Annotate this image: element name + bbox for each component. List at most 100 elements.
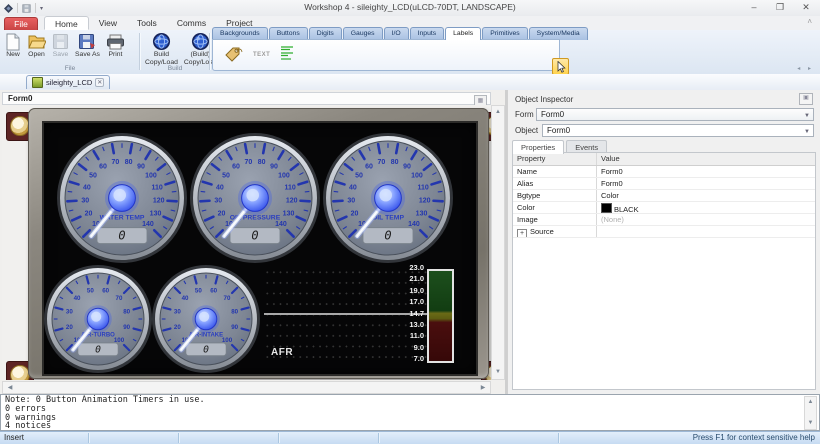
tag-icon	[223, 45, 243, 65]
text-icon: TEXT	[253, 52, 271, 58]
svg-text:90: 90	[123, 324, 130, 331]
svg-text:80: 80	[123, 309, 130, 316]
group-label-build: Build	[167, 65, 183, 72]
maximize-button[interactable]: ❐	[774, 2, 786, 13]
gauge-oil-temp[interactable]: 10203040506070 8090100110120130140OIL TEM…	[323, 133, 453, 263]
afr-label: AFR	[271, 347, 294, 358]
save-as-button[interactable]: Save As	[73, 31, 102, 60]
build-globe-icon	[191, 32, 210, 51]
property-value[interactable]: Form0	[597, 178, 627, 189]
svg-text:30: 30	[81, 197, 89, 204]
property-row-image[interactable]: Image (None)	[513, 214, 815, 226]
inspector-pin-button[interactable]: ▣	[799, 93, 813, 105]
document-tab[interactable]: sileighty_LCD ✕	[26, 75, 111, 89]
property-value-text: Color	[601, 190, 619, 200]
property-value[interactable]: Color	[597, 190, 623, 201]
ulcd-70dt-device: 10 20 30 40 50 60 70 80 90 100 110 120 130 140 WATER T…	[28, 108, 489, 379]
property-value-text: (None)	[601, 214, 624, 224]
widget-tab-labels[interactable]: Labels	[445, 27, 482, 40]
new-button[interactable]: New	[3, 31, 23, 60]
minimize-button[interactable]: –	[748, 2, 760, 13]
form-workspace[interactable]: 10 20 30 40 50 60 70 80 90 100 110 120 130 140 WATER T…	[2, 105, 491, 380]
file-menu-button[interactable]: File	[4, 17, 38, 30]
svg-text:40: 40	[349, 184, 357, 191]
ribbon-scroll-arrows[interactable]: ◂ ▸	[797, 65, 814, 72]
property-row-color[interactable]: Color BLACK	[513, 202, 815, 214]
button-label: Save As	[75, 51, 100, 58]
ribbon-collapse-icon[interactable]: ˄	[807, 17, 812, 26]
scroll-up-icon[interactable]: ▲	[492, 107, 504, 118]
message-scrollbar[interactable]: ▲ ▼	[804, 396, 817, 430]
svg-text:90: 90	[231, 324, 238, 331]
form-horizontal-scrollbar[interactable]: ◀ ▶	[2, 381, 491, 394]
svg-text:40: 40	[74, 295, 81, 302]
strings-widget[interactable]	[280, 45, 298, 65]
svg-text:20: 20	[174, 324, 181, 331]
form-vertical-scrollbar[interactable]: ▲ ▼	[491, 105, 505, 380]
form-select[interactable]: Form0 ▼	[536, 108, 814, 121]
save-button[interactable]: Save	[50, 31, 71, 60]
object-select-label: Object	[515, 126, 539, 135]
print-button[interactable]: Print	[104, 31, 127, 60]
build-copy-load-button[interactable]: Build Copy/Load	[143, 31, 180, 67]
status-help-hint: Press F1 for context sensitive help	[692, 433, 815, 442]
svg-text:50: 50	[89, 173, 97, 180]
afr-scale-label: 19.0	[409, 285, 424, 295]
gauge-readout: 0	[203, 345, 209, 356]
gauge-water-temp[interactable]: 10203040506070 8090100110120130140WATER T…	[57, 133, 187, 263]
menu-tab-comms[interactable]: Comms	[167, 16, 216, 30]
value-column-header[interactable]: Value	[597, 153, 624, 165]
scroll-down-icon[interactable]: ▼	[492, 367, 504, 378]
tag-widget[interactable]	[223, 45, 243, 65]
afr-scale-label: 21.0	[409, 274, 424, 284]
property-row-source[interactable]: + Source	[513, 226, 815, 238]
menu-tab-tools[interactable]: Tools	[127, 16, 167, 30]
screw-hole-icon	[10, 116, 30, 136]
print-icon	[106, 32, 125, 51]
gauge-readout: 0	[95, 345, 101, 356]
document-tab-close-icon[interactable]: ✕	[95, 78, 105, 87]
object-select[interactable]: Form0 ▼	[542, 124, 814, 137]
save-as-icon	[78, 32, 96, 51]
property-column-header[interactable]: Property	[513, 153, 597, 165]
inspector-tab-properties[interactable]: Properties	[512, 140, 565, 154]
svg-text:100: 100	[411, 173, 423, 180]
property-row-alias[interactable]: Alias Form0	[513, 178, 815, 190]
open-folder-icon	[27, 32, 46, 51]
document-tab-label: sileighty_LCD	[46, 78, 93, 87]
divider	[558, 433, 559, 443]
svg-text:40: 40	[216, 184, 224, 191]
svg-text:20: 20	[351, 210, 359, 217]
gauge-air-intake[interactable]: 102030405060708090100AIR-INTAKE0	[152, 265, 260, 373]
cursor-tool-button[interactable]	[552, 58, 569, 75]
afr-color-bar[interactable]	[427, 269, 454, 363]
afr-scale-label: 11.0	[409, 331, 424, 341]
svg-text:60: 60	[210, 288, 217, 295]
close-button[interactable]: ✕	[800, 2, 812, 13]
svg-text:80: 80	[125, 159, 133, 166]
menu-tab-view[interactable]: View	[89, 16, 127, 30]
gauge-oil-pressure[interactable]: 10203040506070 8090100110120130140OIL PRE…	[190, 133, 320, 263]
form-designer: Form0 ▦ 10 20 30 40 50 60 70 80 90 100 1…	[0, 90, 507, 394]
property-value[interactable]: Form0	[597, 166, 627, 177]
property-row-bgtype[interactable]: Bgtype Color	[513, 190, 815, 202]
svg-text:110: 110	[417, 184, 428, 191]
scroll-down-icon[interactable]: ▼	[805, 418, 816, 429]
text-widget[interactable]: TEXT	[253, 52, 270, 58]
expand-icon[interactable]: +	[517, 228, 527, 237]
svg-text:30: 30	[174, 309, 181, 316]
property-value[interactable]: (None)	[597, 214, 628, 225]
form-grid-toggle-button[interactable]: ▦	[474, 94, 487, 106]
open-button[interactable]: Open	[25, 31, 48, 60]
lcd-screen[interactable]: 10 20 30 40 50 60 70 80 90 100 110 120 130 140 WATER T…	[42, 121, 478, 376]
widget-panel: TEXT	[212, 39, 560, 71]
property-row-name[interactable]: Name Form0	[513, 166, 815, 178]
menu-tab-home[interactable]: Home	[44, 16, 89, 30]
scroll-up-icon[interactable]: ▲	[805, 397, 816, 408]
svg-text:30: 30	[347, 197, 355, 204]
property-value[interactable]	[597, 226, 605, 237]
gauge-air-turbo[interactable]: 102030405060708090100AIR-TURBO0	[44, 265, 152, 373]
property-value[interactable]: BLACK	[597, 202, 643, 213]
divider	[378, 433, 379, 443]
button-label: Build Copy/Load	[145, 51, 178, 66]
